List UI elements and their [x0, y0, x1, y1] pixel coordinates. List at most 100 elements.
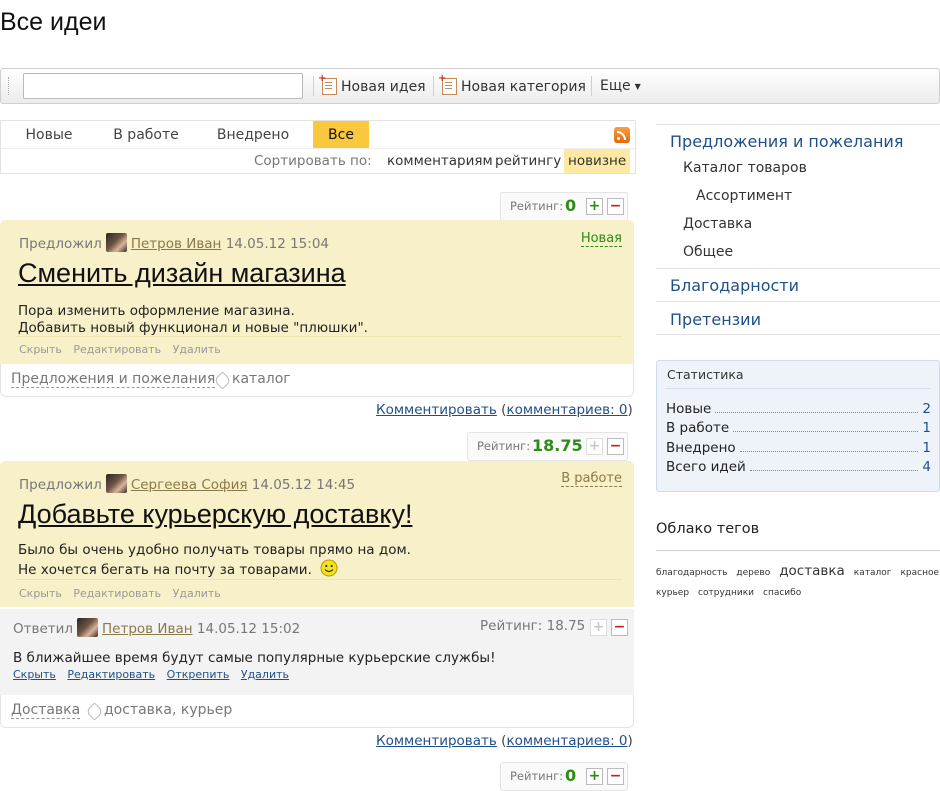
- comments-count-link[interactable]: комментариев: 0: [506, 733, 627, 749]
- idea-body-line: Добавить новый функционал и новые "плюшк…: [18, 320, 368, 336]
- tags-text[interactable]: доставка, курьер: [104, 702, 232, 718]
- search-input[interactable]: [23, 73, 303, 99]
- sidebar-subcategory-assortment[interactable]: Ассортимент: [696, 188, 792, 204]
- status-badge[interactable]: Новая: [580, 231, 622, 247]
- author-link[interactable]: Петров Иван: [102, 621, 193, 637]
- idea-rating: Рейтинг: 0 + −: [500, 192, 628, 221]
- idea-title[interactable]: Добавьте курьерскую доставку!: [18, 499, 412, 530]
- vote-up-button[interactable]: +: [586, 198, 603, 215]
- answer-prefix: Ответил: [13, 621, 74, 637]
- tags-text[interactable]: каталог: [232, 371, 291, 387]
- tag-cloud-title: Облако тегов: [656, 521, 760, 537]
- answer-actions: Скрыть Редактировать Открепить Удалить: [13, 668, 297, 681]
- stat-row: Внедрено 1: [666, 440, 931, 456]
- idea-rating: Рейтинг: 18.75 + −: [467, 432, 628, 461]
- sidebar-subcategory-catalog[interactable]: Каталог товаров: [683, 160, 807, 176]
- tag-link[interactable]: дерево: [736, 568, 770, 578]
- tab-all[interactable]: Все: [313, 121, 369, 149]
- tag-link[interactable]: красное: [900, 568, 939, 578]
- sidebar-category-thanks[interactable]: Благодарности: [670, 276, 799, 295]
- idea-meta: Предложил Сергеева София 14.05.12 14:45: [19, 474, 355, 493]
- tab-in-progress[interactable]: В работе: [97, 121, 195, 149]
- comment-link[interactable]: Комментировать: [376, 733, 497, 749]
- divider: [665, 388, 931, 389]
- idea-meta: Предложил Петров Иван 14.05.12 15:04: [19, 233, 329, 252]
- stat-value[interactable]: 4: [922, 459, 931, 475]
- vote-up-button[interactable]: +: [590, 619, 607, 636]
- comments-count-link[interactable]: комментариев: 0: [506, 402, 627, 418]
- sidebar-category-suggestions[interactable]: Предложения и пожелания: [670, 132, 903, 151]
- author-prefix: Предложил: [19, 477, 102, 493]
- idea-title[interactable]: Сменить дизайн магазина: [18, 258, 346, 289]
- status-tabs: Новые В работе Внедрено Все: [0, 120, 636, 149]
- stat-label: Новые: [666, 401, 712, 417]
- idea-body-line: Не хочется бегать на почту за товарами.: [18, 559, 411, 579]
- stat-label: Всего идей: [666, 459, 746, 475]
- idea-body: Было бы очень удобно получать товары пря…: [18, 542, 411, 579]
- rating-value: 0: [565, 196, 577, 215]
- idea-date: 14.05.12 14:45: [251, 477, 356, 493]
- idea-body: Пора изменить оформление магазина. Добав…: [18, 303, 368, 337]
- tag-link[interactable]: доставка: [779, 563, 845, 579]
- author-prefix: Предложил: [19, 236, 102, 252]
- hide-link[interactable]: Скрыть: [19, 587, 62, 600]
- hide-link[interactable]: Скрыть: [13, 668, 56, 681]
- tag-link[interactable]: каталог: [854, 568, 892, 578]
- new-category-button[interactable]: + Новая категория: [438, 74, 586, 95]
- author-link[interactable]: Сергеева София: [131, 477, 248, 493]
- tag-link[interactable]: сотрудники: [698, 588, 754, 598]
- toolbar-divider: [433, 76, 434, 96]
- vote-down-button[interactable]: −: [611, 619, 628, 636]
- divider: [656, 334, 940, 335]
- sort-by-rating[interactable]: рейтингу: [495, 149, 561, 173]
- tab-implemented[interactable]: Внедрено: [195, 121, 311, 149]
- toolbar-divider: [313, 76, 314, 96]
- sidebar-subcategory-general[interactable]: Общее: [683, 244, 733, 260]
- category-link[interactable]: Доставка: [11, 702, 81, 719]
- edit-link[interactable]: Редактировать: [73, 343, 161, 356]
- tag-link[interactable]: курьер: [656, 588, 689, 598]
- status-badge[interactable]: В работе: [561, 471, 622, 487]
- toolbar-grip: [8, 77, 11, 95]
- rating-label: Рейтинг:: [510, 769, 564, 783]
- author-link[interactable]: Петров Иван: [131, 236, 222, 252]
- smiley-icon: [320, 559, 338, 577]
- answer-rating: Рейтинг: 18.75: [480, 618, 586, 634]
- vote-up-button[interactable]: +: [586, 438, 603, 455]
- vote-down-button[interactable]: −: [607, 198, 624, 215]
- toolbar-divider: [591, 76, 592, 96]
- tab-new[interactable]: Новые: [1, 121, 97, 149]
- comment-row: Комментировать (комментариев: 0): [376, 733, 633, 749]
- category-link[interactable]: Предложения и пожелания: [11, 371, 216, 388]
- comment-link[interactable]: Комментировать: [376, 402, 497, 418]
- sort-by-newest[interactable]: новизне: [564, 149, 631, 173]
- tag-cloud: благодарность дерево доставка каталог красно…: [656, 561, 940, 603]
- delete-link[interactable]: Удалить: [241, 668, 289, 681]
- sidebar-subcategory-delivery[interactable]: Доставка: [683, 216, 752, 232]
- tag-link[interactable]: спасибо: [763, 588, 801, 598]
- vote-up-button[interactable]: +: [586, 768, 603, 785]
- stat-value[interactable]: 2: [922, 401, 931, 417]
- rating-value: 0: [565, 766, 577, 785]
- vote-down-button[interactable]: −: [607, 438, 624, 455]
- vote-down-button[interactable]: −: [607, 768, 624, 785]
- unpin-link[interactable]: Открепить: [167, 668, 230, 681]
- sort-by-comments[interactable]: комментариям: [387, 149, 493, 173]
- delete-link[interactable]: Удалить: [173, 343, 221, 356]
- comment-row: Комментировать (комментариев: 0): [376, 402, 633, 418]
- edit-link[interactable]: Редактировать: [67, 668, 155, 681]
- page-title: Все идеи: [0, 8, 107, 36]
- hide-link[interactable]: Скрыть: [19, 343, 62, 356]
- stat-value[interactable]: 1: [922, 440, 931, 456]
- edit-link[interactable]: Редактировать: [73, 587, 161, 600]
- new-idea-button[interactable]: + Новая идея: [318, 74, 426, 95]
- sidebar-category-complaints[interactable]: Претензии: [670, 310, 761, 329]
- rss-icon[interactable]: [614, 127, 630, 143]
- tag-link[interactable]: благодарность: [656, 568, 727, 578]
- more-menu-button[interactable]: Еще ▼: [600, 78, 641, 94]
- delete-link[interactable]: Удалить: [173, 587, 221, 600]
- idea-date: 14.05.12 15:04: [225, 236, 330, 252]
- tag-icon: [213, 371, 232, 390]
- stat-label: Внедрено: [666, 440, 736, 456]
- stat-value[interactable]: 1: [922, 420, 931, 436]
